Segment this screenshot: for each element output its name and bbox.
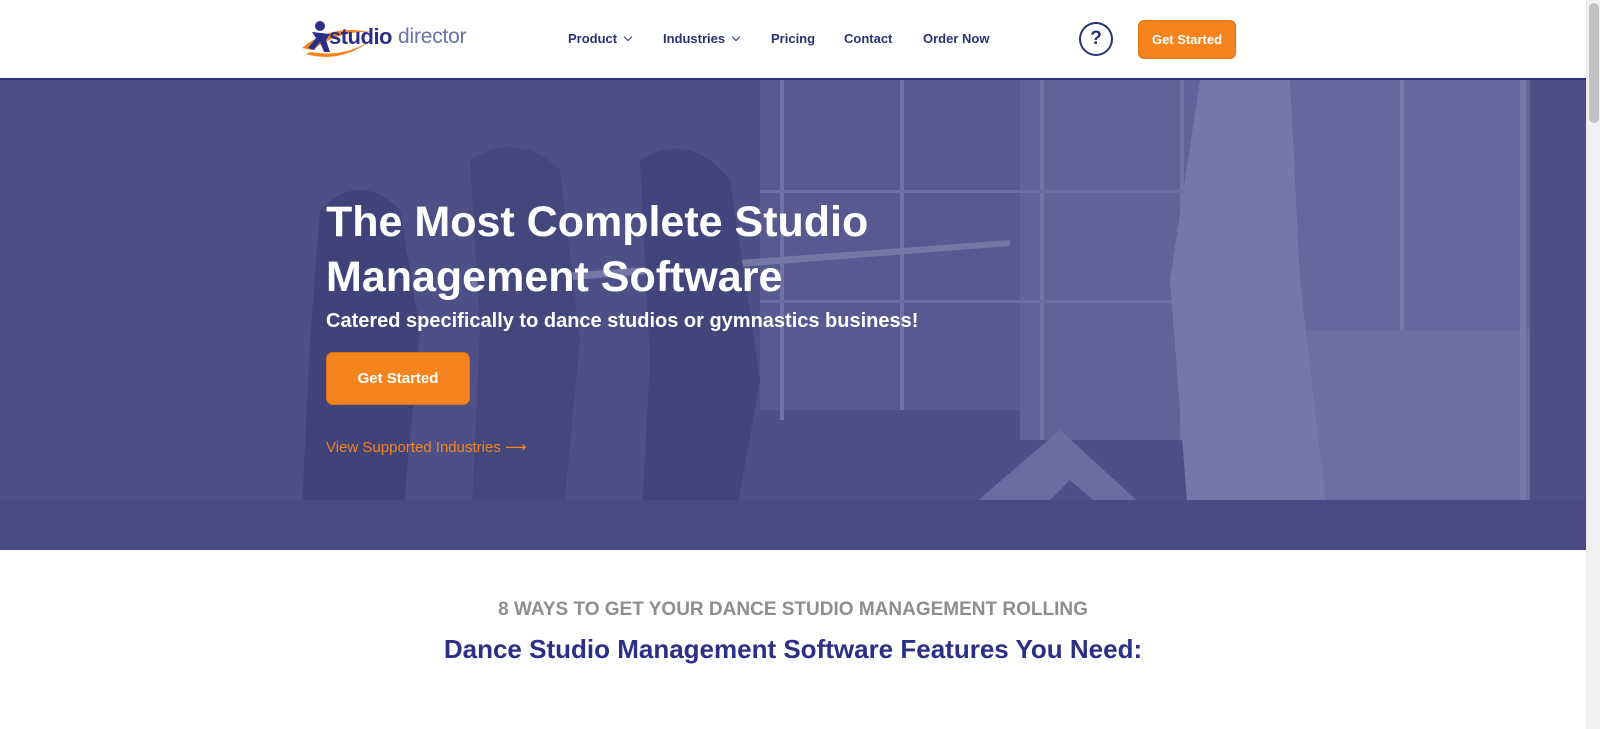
site-header: studio director Product Industries Prici… <box>0 0 1586 80</box>
chevron-down-icon <box>731 32 741 41</box>
nav-pricing[interactable]: Pricing <box>771 31 815 46</box>
nav-order-now[interactable]: Order Now <box>923 31 989 46</box>
nav-order-now-label: Order Now <box>923 31 990 46</box>
nav-contact[interactable]: Contact <box>844 31 892 46</box>
hero-get-started-button[interactable]: Get Started <box>326 352 470 405</box>
hero-title: The Most Complete Studio Management Soft… <box>326 198 869 301</box>
hero-banner: The Most Complete Studio Management Soft… <box>0 80 1586 550</box>
nav-product-label: Product <box>568 31 618 46</box>
studio-director-logo[interactable]: studio director <box>300 18 480 58</box>
scrollbar-thumb[interactable] <box>1589 3 1599 123</box>
nav-industries-label: Industries <box>663 31 726 46</box>
header-get-started-button[interactable]: Get Started <box>1138 20 1236 59</box>
chevron-down-icon <box>623 32 633 41</box>
nav-product[interactable]: Product <box>568 31 633 46</box>
nav-contact-label: Contact <box>844 31 893 46</box>
help-button[interactable]: ? <box>1079 22 1113 56</box>
nav-industries[interactable]: Industries <box>663 31 741 46</box>
nav-pricing-label: Pricing <box>771 31 816 46</box>
logo-word-studio: studio <box>329 24 393 49</box>
features-eyebrow: 8 WAYS TO GET YOUR DANCE STUDIO MANAGEME… <box>498 599 1088 620</box>
page-scrollbar[interactable] <box>1586 0 1600 729</box>
view-supported-industries-link[interactable]: View Supported Industries ⟶ <box>326 438 527 456</box>
features-title: Dance Studio Management Software Feature… <box>443 634 1143 664</box>
logo-word-director: director <box>398 25 467 48</box>
hero-subtitle: Catered specifically to dance studios or… <box>326 310 919 332</box>
question-icon: ? <box>1090 28 1102 49</box>
